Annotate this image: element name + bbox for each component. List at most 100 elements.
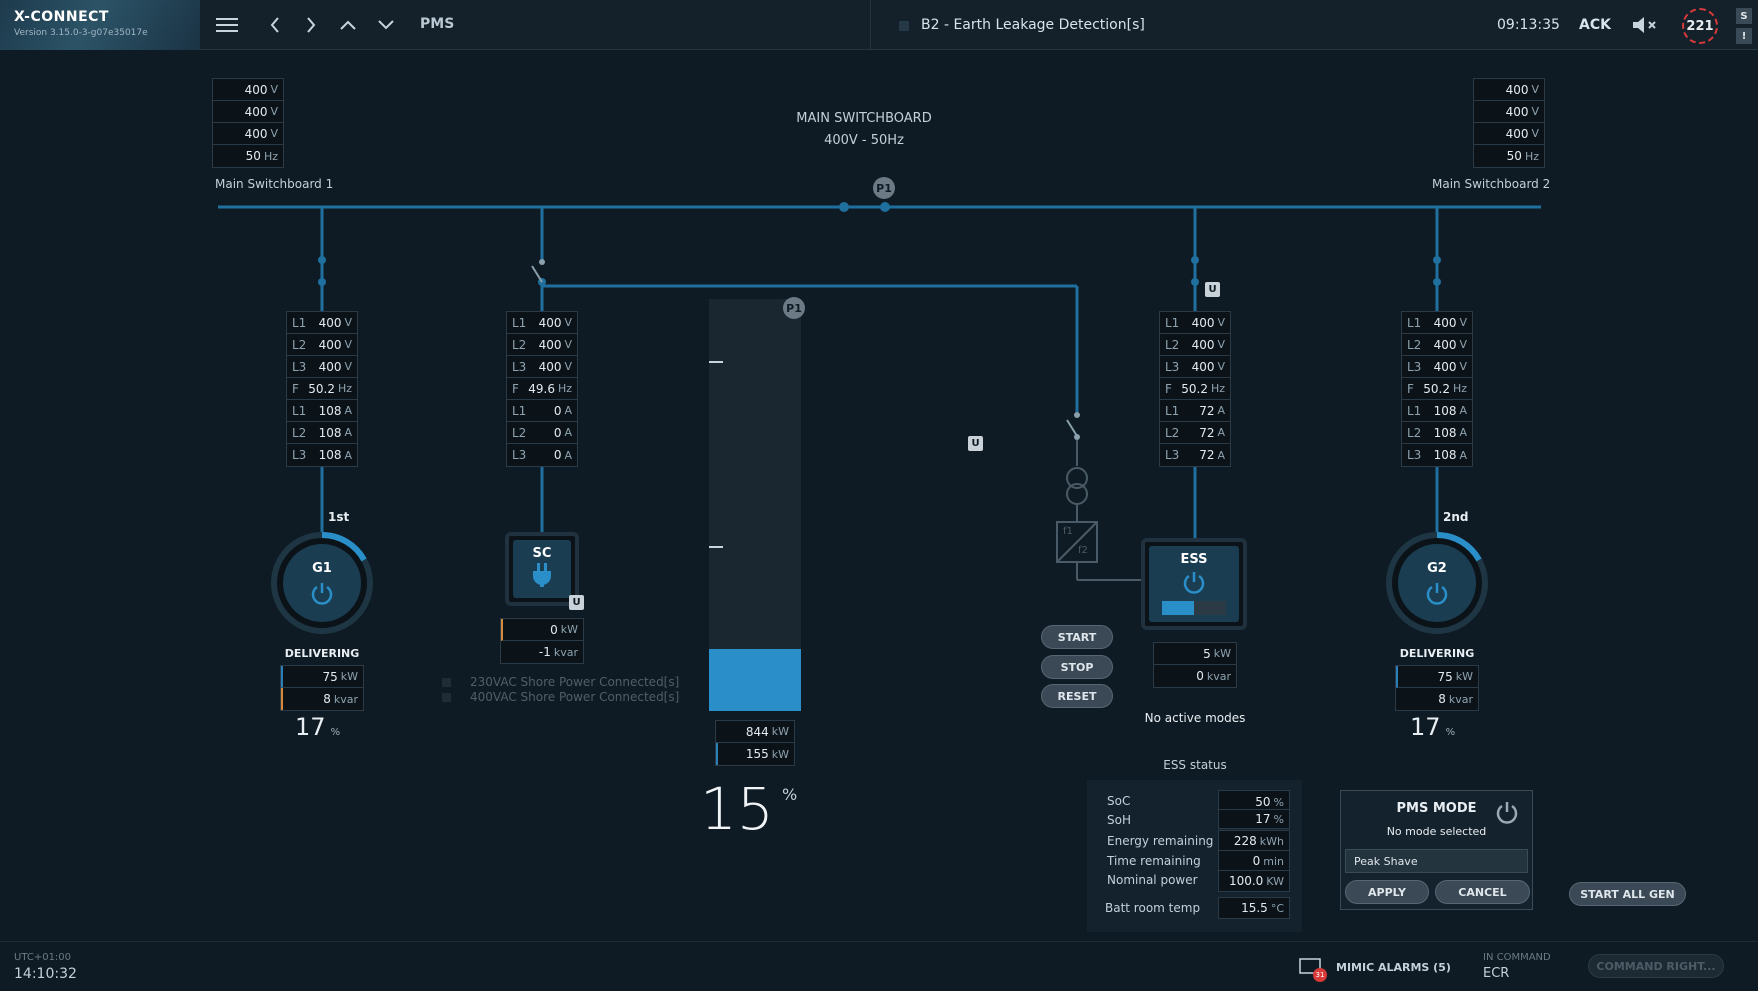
shore-connection[interactable]: SC [505,532,579,606]
g1-generator[interactable]: G1 [271,532,373,634]
ess-status-soc-label: SoC [1107,794,1131,808]
sb1-l3-value: 400 [244,126,268,141]
sb1-l2-value: 400 [244,104,268,119]
ess-modes: No active modes [1144,711,1246,725]
in-command-label: IN COMMAND [1483,952,1551,963]
g1-state: DELIVERING [284,647,360,660]
load-bar-priority-badge: P1 [783,297,805,319]
timezone: UTC+01:00 [14,952,72,963]
clock: 14:10:32 [14,966,77,982]
ess-status-temp-label: Batt room temp [1105,901,1201,915]
pms-mode-panel: PMS MODE No mode selected Peak Shave APP… [1340,790,1533,910]
switchboard-title: MAIN SWITCHBOARD [796,111,932,126]
start-all-gen-button[interactable]: START ALL GEN [1569,882,1686,906]
ess-unit[interactable]: ESS [1141,538,1247,630]
total-load-unit: % [782,785,798,804]
g2-measurements: L1 400 V L2 400 V L3 400 V F 50.2 Hz L1 108 A L2 10… [1401,311,1473,467]
mimic-alarms-badge: 31 [1313,968,1327,982]
g2-power: 75 kW 8 kvar [1395,665,1479,711]
ess-measurements: L1 400 V L2 400 V L3 400 V F 50.2 Hz L1 72 A L2 72 A… [1159,311,1231,467]
ess-power: 5 kW 0 kvar [1153,642,1237,688]
ess-status-nominal-label: Nominal power [1107,873,1198,887]
pms-power-icon[interactable] [1494,799,1520,825]
g2-load-pct: 17 % [1410,713,1456,741]
pms-apply-button[interactable]: APPLY [1345,880,1429,904]
ess-status-time-label: Time remaining [1107,854,1201,868]
sc-power: 0 kW -1 kvar [500,618,584,664]
g2-name: G2 [1427,560,1447,576]
sb2-f-value: 50 [1506,149,1522,163]
g1-power: 75 kW 8 kvar [280,665,364,711]
in-command-value: ECR [1483,966,1510,981]
switchboard-2-values: 400 V 400 V 400 V 50 Hz [1473,78,1545,168]
ess-status-energy-label: Energy remaining [1107,834,1214,848]
g2-rank: 2nd [1443,510,1469,524]
ess-soc-fill [1162,601,1194,615]
g2-power-icon[interactable] [1424,580,1450,606]
sb1-f-unit: Hz [263,149,278,163]
sc-u-badge: U [569,595,584,610]
g2-state: DELIVERING [1399,647,1475,660]
load-bar-fill [709,649,801,711]
ess-status-panel: SoC 50% SoH 17% Energy remaining 228 kWh … [1087,780,1302,932]
g2-kvar: 8 [1438,692,1446,706]
bottom-bar: UTC+01:00 14:10:32 31 MIMIC ALARMS (5) I… [0,941,1758,991]
sb2-l1-value: 400 [1505,82,1529,97]
ess-stop-button[interactable]: STOP [1041,655,1113,679]
sc-kw: 0 [550,622,558,637]
sb1-l1-unit: V [270,83,278,96]
pms-mode-status: No mode selected [1386,825,1487,838]
ess-status-soh: 17% [1218,809,1290,829]
switchboard-2-label: Main Switchboard 2 [1432,177,1551,191]
ess-status-time: 0 min [1218,850,1290,872]
ess-reset-button[interactable]: RESET [1041,684,1113,708]
ess-status-title: ESS status [1163,758,1227,772]
g1-rank: 1st [328,510,350,524]
switchboard-subtitle: 400V - 50Hz [824,133,904,148]
sb2-l1-unit: V [1531,83,1539,96]
ess-kw: 5 [1203,646,1211,661]
ess-status-soh-label: SoH [1107,813,1131,827]
ess-soc-bar [1162,601,1226,615]
used-kw: 155 [745,747,769,761]
g1-power-icon[interactable] [309,580,335,606]
sb2-l3-value: 400 [1505,126,1529,141]
g2-generator[interactable]: G2 [1386,532,1488,634]
load-bar-power: 844 kW 155 kW [715,720,795,766]
sb2-l2-unit: V [1531,105,1539,118]
ess-status-nominal: 100.0 KW [1218,870,1290,892]
command-right-button[interactable]: COMMAND RIGHT... [1588,954,1724,978]
available-kw: 844 [745,724,769,739]
g1-measurements: L1 400 V L2 400 V L3 400 V F 50.2 Hz L1 108 A L2 10… [286,311,358,467]
sb1-l2-unit: V [270,105,278,118]
switchboard-1-values: 400 V 400 V 400 V 50 Hz [212,78,284,168]
total-load-pct: 15 [700,775,774,843]
sb2-l3-unit: V [1531,127,1539,140]
sb1-f-value: 50 [245,149,261,163]
load-bar-tick-lower [709,546,723,548]
sb2-f-unit: Hz [1524,149,1539,163]
mimic-alarms-button[interactable]: MIMIC ALARMS (5) [1336,961,1451,974]
sb1-l3-unit: V [270,127,278,140]
sc-measurements: L1 400 V L2 400 V L3 400 V F 49.6 Hz L1 0 A L2 0 A L… [506,311,578,467]
load-bar [709,299,801,711]
ess-power-icon[interactable] [1181,569,1207,595]
g1-name: G1 [312,560,332,576]
ess-start-button[interactable]: START [1041,625,1113,649]
g1-kw: 75 [322,669,338,684]
pms-cancel-button[interactable]: CANCEL [1435,880,1530,904]
transformer-u-badge: U [968,436,983,451]
ess-status-energy: 228 kWh [1218,830,1290,852]
load-bar-tick-upper [709,361,723,363]
converter-label-f1: f1 [1063,526,1073,537]
g1-load-pct: 17 % [295,713,341,741]
g2-kw: 75 [1437,669,1453,684]
sb2-l2-value: 400 [1505,104,1529,119]
ess-name: ESS [1180,552,1208,567]
pms-mode-select[interactable]: Peak Shave [1345,849,1528,873]
sb1-l1-value: 400 [244,82,268,97]
converter-label-f2: f2 [1078,545,1088,556]
ess-u-badge: U [1205,282,1220,297]
ess-kvar: 0 [1196,669,1204,683]
plug-icon [533,563,551,587]
